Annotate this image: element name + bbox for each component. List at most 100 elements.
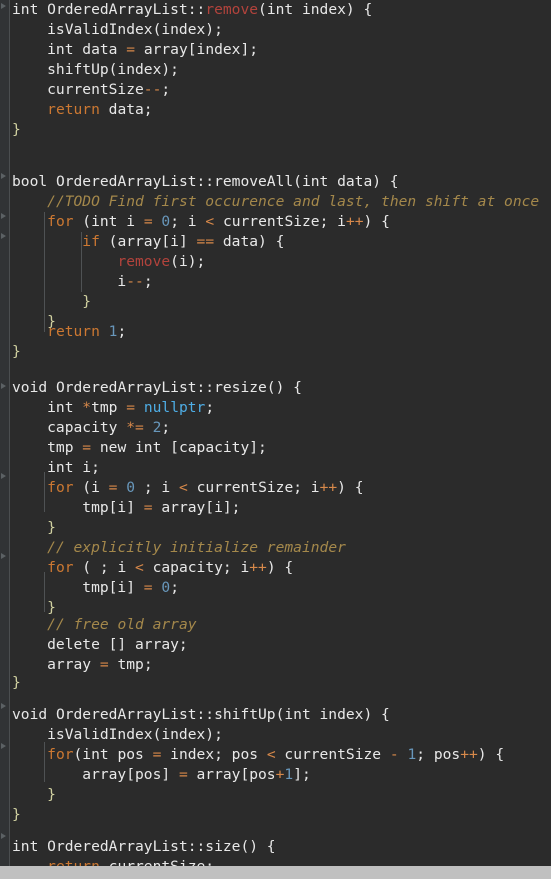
code-token: ++ — [460, 746, 478, 763]
code-token: 0 — [161, 579, 171, 596]
code-fold-toggle-icon[interactable] — [1, 552, 8, 559]
code-token: data; — [99, 101, 153, 118]
code-token: remove — [205, 1, 259, 18]
code-line[interactable]: } — [12, 518, 56, 538]
code-line[interactable]: } — [12, 120, 21, 140]
code-token: ; i — [170, 213, 206, 230]
code-line[interactable]: if (array[i] == data) { — [12, 232, 284, 252]
code-token: *= — [126, 419, 144, 436]
code-token: = — [126, 399, 136, 416]
code-line[interactable]: // free old array — [12, 615, 196, 635]
code-line[interactable]: } — [12, 805, 21, 825]
code-token: = — [126, 41, 136, 58]
code-token: data) { — [214, 233, 285, 250]
code-line[interactable]: void OrderedArrayList::shiftUp(int index… — [12, 705, 390, 725]
code-token: ++ — [345, 213, 364, 230]
code-token: = — [99, 656, 109, 673]
code-line[interactable]: bool OrderedArrayList::removeAll(int dat… — [12, 172, 399, 192]
code-token: return — [47, 323, 100, 340]
code-line[interactable]: tmp[i] = 0; — [12, 578, 179, 598]
code-line[interactable]: for ( ; i < capacity; i++) { — [12, 558, 293, 578]
code-fold-toggle-icon[interactable] — [1, 832, 8, 839]
code-line[interactable]: return 1; — [12, 322, 126, 342]
code-token: int — [12, 399, 83, 416]
code-line[interactable]: int data = array[index]; — [12, 40, 258, 60]
code-fold-toggle-icon[interactable] — [1, 742, 8, 749]
code-fold-toggle-icon[interactable] — [1, 232, 8, 239]
code-token: (int index) { — [258, 1, 373, 18]
code-line[interactable]: //TODO Find first occurence and last, th… — [12, 192, 539, 212]
code-fold-toggle-icon[interactable] — [1, 2, 8, 9]
code-token: ) { — [266, 559, 294, 576]
code-token: ; — [117, 323, 127, 340]
code-line[interactable]: return data; — [12, 100, 153, 120]
horizontal-scrollbar-thumb[interactable] — [0, 867, 330, 878]
code-line[interactable]: capacity *= 2; — [12, 418, 170, 438]
code-fold-toggle-icon[interactable] — [1, 702, 8, 709]
code-token: < — [135, 559, 144, 576]
code-line[interactable]: void OrderedArrayList::resize() { — [12, 378, 302, 398]
code-token: if — [82, 233, 100, 250]
code-fold-toggle-icon[interactable] — [1, 172, 8, 179]
code-token: ( ; i — [73, 559, 136, 576]
code-line[interactable]: int OrderedArrayList::remove(int index) … — [12, 0, 372, 20]
code-token: capacity — [12, 419, 127, 436]
code-line[interactable]: int i; — [12, 458, 100, 478]
code-line[interactable]: for (i = 0 ; i < currentSize; i++) { — [12, 478, 363, 498]
code-line[interactable]: for(int pos = index; pos < currentSize -… — [12, 745, 504, 765]
code-line[interactable]: tmp = new int [capacity]; — [12, 438, 267, 458]
code-token: = — [143, 499, 153, 516]
code-token: } — [12, 786, 56, 803]
code-line[interactable]: // explicitly initialize remainder — [12, 538, 346, 558]
code-line[interactable]: delete [] array; — [12, 635, 188, 655]
code-token: -- — [143, 81, 162, 98]
code-token: < — [266, 746, 276, 763]
code-token: for — [47, 479, 74, 496]
code-token: tmp; — [108, 656, 153, 673]
code-fold-toggle-icon[interactable] — [1, 212, 8, 219]
code-token: } — [12, 343, 21, 360]
code-fold-toggle-icon[interactable] — [1, 472, 8, 479]
code-token: ; — [161, 81, 171, 98]
code-fold-toggle-icon[interactable] — [1, 382, 8, 389]
code-line[interactable]: } — [12, 342, 21, 362]
code-token: shiftUp(index); — [12, 61, 179, 78]
horizontal-scrollbar-track[interactable] — [0, 866, 551, 879]
code-token: currentSize — [12, 81, 144, 98]
code-token: currentSize; i — [214, 213, 346, 230]
code-token: //TODO Find first occurence and last, th… — [47, 193, 540, 210]
code-content[interactable]: int OrderedArrayList::remove(int index) … — [0, 0, 551, 879]
code-line[interactable]: currentSize--; — [12, 80, 170, 100]
code-line[interactable]: array = tmp; — [12, 655, 153, 675]
code-token: = — [143, 213, 153, 230]
code-token: ++ — [319, 479, 338, 496]
code-line[interactable]: int *tmp = nullptr; — [12, 398, 214, 418]
code-token: tmp[i] — [12, 499, 144, 516]
code-line[interactable]: } — [12, 785, 56, 805]
code-token: = — [143, 579, 153, 596]
code-token: // explicitly initialize remainder — [47, 539, 346, 556]
code-line[interactable]: for (int i = 0; i < currentSize; i++) { — [12, 212, 390, 232]
code-token: } — [12, 806, 21, 823]
code-line[interactable]: } — [12, 292, 91, 312]
code-token: tmp — [12, 439, 83, 456]
code-line[interactable]: isValidIndex(index); — [12, 725, 223, 745]
code-line[interactable]: array[pos] = array[pos+1]; — [12, 765, 311, 785]
code-token: array[pos — [187, 766, 276, 783]
code-line[interactable]: tmp[i] = array[i]; — [12, 498, 240, 518]
code-line[interactable]: isValidIndex(index); — [12, 20, 223, 40]
code-line[interactable]: shiftUp(index); — [12, 60, 179, 80]
code-line[interactable]: i--; — [12, 272, 153, 292]
code-line[interactable]: int OrderedArrayList::size() { — [12, 837, 276, 857]
code-line[interactable]: } — [12, 673, 21, 693]
code-line[interactable]: remove(i); — [12, 252, 205, 272]
code-token: * — [82, 399, 92, 416]
code-editor[interactable]: int OrderedArrayList::remove(int index) … — [0, 0, 551, 879]
code-token: ; — [143, 273, 153, 290]
code-token: < — [205, 213, 215, 230]
